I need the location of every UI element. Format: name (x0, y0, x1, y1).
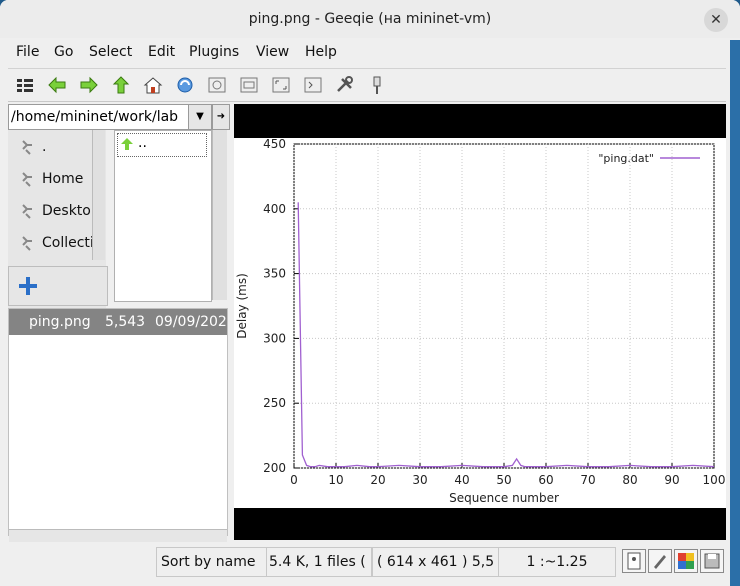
file-list-hscrollbar[interactable] (9, 529, 227, 542)
x-tick-label: 30 (412, 473, 427, 487)
image-viewer[interactable]: 0 10 20 30 40 50 60 70 80 90 100 200 250 300 350 400 450… (234, 104, 726, 540)
forward-icon[interactable] (78, 74, 100, 96)
file-name: ping.png (29, 314, 91, 330)
x-tick-label: 40 (454, 473, 469, 487)
bookmark-item-desktop[interactable]: Desktop (14, 198, 94, 226)
file-list: ping.png 5,543 09/09/202 (8, 308, 228, 542)
plus-icon (19, 277, 37, 295)
path-input[interactable]: /home/mininet/work/lab (8, 104, 190, 130)
path-go-button[interactable]: ➜ (212, 104, 230, 130)
x-tick-label: 20 (370, 473, 385, 487)
menu-go[interactable]: Go (54, 44, 73, 60)
file-size: 5,543 (105, 314, 146, 330)
edit-button[interactable] (648, 549, 672, 573)
menu-plugins[interactable]: Plugins (189, 44, 239, 60)
directory-list: .. (114, 130, 212, 302)
zoom-1to1-icon[interactable] (302, 74, 324, 96)
chevron-down-icon: ▼ (196, 111, 204, 122)
refresh-icon[interactable] (174, 74, 196, 96)
x-tick-label: 100 (703, 473, 726, 487)
thumbnails-icon[interactable] (14, 74, 36, 96)
y-tick-label: 300 (263, 331, 286, 345)
desktop-background (730, 40, 740, 586)
save-icon (704, 553, 720, 569)
x-tick-label: 60 (538, 473, 553, 487)
bookmark-icon (22, 236, 32, 251)
zoom-in-icon[interactable] (206, 74, 228, 96)
y-tick-label: 250 (263, 396, 286, 410)
table-row[interactable]: ping.png 5,543 09/09/202 (9, 309, 227, 335)
pencil-icon (654, 555, 666, 569)
menu-edit[interactable]: Edit (148, 44, 175, 60)
info-button[interactable] (622, 549, 646, 573)
menu-file[interactable]: File (16, 44, 39, 60)
close-icon: ✕ (710, 12, 722, 28)
up-icon[interactable] (110, 74, 132, 96)
geeqie-window: ping.png - Geeqie (на mininet-vm) ✕ File… (0, 0, 740, 586)
home-icon[interactable] (142, 74, 164, 96)
x-tick-label: 50 (496, 473, 511, 487)
bookmark-item-collections[interactable]: Collections (14, 230, 94, 258)
y-tick-label: 200 (263, 461, 286, 475)
menu-bar: File Go Select Edit Plugins View Help (8, 40, 726, 64)
bookmark-label: Collections (42, 235, 94, 251)
x-axis-label: Sequence number (449, 491, 559, 505)
ping-chart: 0 10 20 30 40 50 60 70 80 90 100 200 250 300 350 400 450… (235, 137, 726, 505)
y-tick-label: 350 (263, 267, 286, 281)
save-button[interactable] (700, 549, 724, 573)
dir-item-parent[interactable]: .. (117, 133, 207, 157)
bookmark-item-home[interactable]: Home (14, 166, 94, 194)
left-pane: /home/mininet/work/lab ▼ ➜ . Home Deskto… (8, 102, 230, 542)
arrow-right-icon: ➜ (216, 111, 226, 122)
dir-item-label: .. (138, 135, 147, 151)
legend-label: "ping.dat" (598, 152, 654, 165)
directory-scrollbar[interactable] (212, 130, 227, 300)
add-bookmark-button[interactable] (8, 266, 108, 306)
up-folder-icon (121, 138, 133, 150)
color-button[interactable] (674, 549, 698, 573)
files-count: 5.4 K, 1 files ( (266, 547, 372, 577)
bookmark-label: Desktop (42, 203, 94, 219)
status-bar: Sort by name 5.4 K, 1 files ( ( 614 x 46… (8, 544, 726, 578)
pin-icon[interactable] (366, 74, 388, 96)
image-dimensions: ( 614 x 461 ) 5,5 (372, 547, 500, 577)
window-title: ping.png - Geeqie (на mininet-vm) (248, 11, 492, 27)
menu-help[interactable]: Help (305, 44, 337, 60)
zoom-level: 1 :~1.25 (498, 547, 616, 577)
bookmark-icon (22, 172, 32, 187)
x-tick-label: 80 (622, 473, 637, 487)
close-button[interactable]: ✕ (704, 8, 728, 32)
bookmark-label: Home (42, 171, 84, 187)
toolbar (8, 68, 726, 102)
title-bar: ping.png - Geeqie (на mininet-vm) ✕ (0, 0, 740, 38)
bookmark-item-dot[interactable]: . (14, 134, 94, 162)
bookmark-icon (22, 204, 32, 219)
bookmark-label: . (42, 139, 47, 155)
bookmark-icon (22, 140, 32, 155)
y-tick-label: 450 (263, 138, 286, 151)
x-tick-label: 10 (328, 473, 343, 487)
settings-icon[interactable] (334, 74, 356, 96)
zoom-out-icon[interactable] (238, 74, 260, 96)
x-tick-label: 70 (580, 473, 595, 487)
y-tick-label: 400 (263, 202, 286, 216)
info-icon (627, 552, 641, 570)
path-dropdown-button[interactable]: ▼ (188, 104, 212, 130)
back-icon[interactable] (46, 74, 68, 96)
file-date: 09/09/202 (155, 314, 227, 330)
image-canvas: 0 10 20 30 40 50 60 70 80 90 100 200 250 300 350 400 450… (234, 137, 726, 508)
x-tick-label: 90 (664, 473, 679, 487)
x-tick-label: 0 (290, 473, 298, 487)
sort-button[interactable]: Sort by name (156, 547, 270, 577)
menu-view[interactable]: View (256, 44, 289, 60)
bookmarks-scrollbar[interactable] (92, 130, 105, 260)
y-axis-label: Delay (ms) (235, 273, 249, 339)
zoom-fit-icon[interactable] (270, 74, 292, 96)
color-profile-icon (678, 553, 694, 569)
menu-select[interactable]: Select (89, 44, 132, 60)
